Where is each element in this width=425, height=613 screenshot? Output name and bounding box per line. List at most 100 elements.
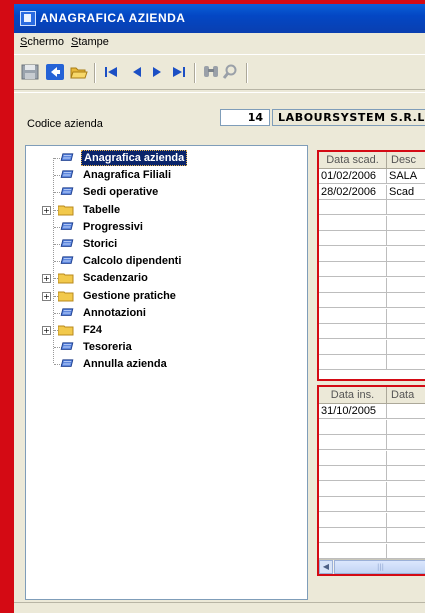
title-bar[interactable]: ANAGRAFICA AZIENDA xyxy=(14,4,425,33)
table-cell[interactable] xyxy=(319,293,387,307)
table-cell[interactable] xyxy=(319,497,387,511)
table-cell[interactable]: SALA xyxy=(387,169,425,183)
last-record-icon[interactable] xyxy=(170,64,188,80)
document-icon xyxy=(60,239,74,247)
table-cell[interactable] xyxy=(387,497,425,511)
table-cell[interactable] xyxy=(387,262,425,276)
table-cell[interactable] xyxy=(387,340,425,354)
table-cell[interactable] xyxy=(387,544,425,558)
table-row[interactable] xyxy=(319,215,425,231)
table-cell[interactable] xyxy=(319,450,387,465)
table-row[interactable] xyxy=(319,324,425,339)
table-row[interactable] xyxy=(319,355,425,370)
first-record-icon[interactable] xyxy=(102,64,120,80)
table-cell[interactable] xyxy=(387,200,425,214)
table-row[interactable] xyxy=(319,231,425,246)
table-cell[interactable] xyxy=(319,339,387,354)
table-row[interactable]: 28/02/2006 Scad xyxy=(319,184,425,200)
table-cell[interactable]: 31/10/2005 xyxy=(319,404,387,418)
status-bar xyxy=(14,602,425,613)
table-row[interactable] xyxy=(319,419,425,435)
expand-icon[interactable]: + xyxy=(42,205,51,215)
table-cell[interactable] xyxy=(319,355,387,369)
table-cell[interactable] xyxy=(387,216,425,230)
table-cell[interactable] xyxy=(319,512,387,527)
table-row[interactable] xyxy=(319,277,425,293)
save-icon[interactable] xyxy=(21,64,39,80)
table-cell[interactable] xyxy=(387,420,425,434)
scroll-left-icon[interactable]: ◀ xyxy=(319,560,333,574)
column-header-data[interactable]: Data xyxy=(387,387,425,403)
table-cell[interactable] xyxy=(319,324,387,338)
table-cell[interactable] xyxy=(319,262,387,276)
table-cell[interactable] xyxy=(387,278,425,292)
table-cell[interactable] xyxy=(319,481,387,496)
table-row[interactable]: 31/10/2005 xyxy=(319,404,425,419)
table-cell[interactable] xyxy=(319,435,387,449)
table-cell[interactable] xyxy=(387,324,425,338)
scroll-thumb[interactable]: ||| xyxy=(334,560,425,574)
notes-grid-header: Data ins. Data xyxy=(319,387,425,404)
back-icon[interactable] xyxy=(46,64,64,80)
table-cell[interactable] xyxy=(319,277,387,292)
table-cell[interactable] xyxy=(319,231,387,245)
menu-stampe[interactable]: Stampe xyxy=(71,36,109,48)
table-cell[interactable]: Scad xyxy=(387,185,425,199)
column-header-descrizione[interactable]: Desc xyxy=(387,152,425,168)
table-cell[interactable] xyxy=(387,309,425,323)
horizontal-scrollbar[interactable]: ◀ ||| xyxy=(319,559,425,574)
company-code-field[interactable]: 14 xyxy=(220,109,270,126)
expand-icon[interactable]: + xyxy=(42,291,51,301)
document-icon xyxy=(60,222,74,230)
next-record-icon[interactable] xyxy=(148,64,166,80)
table-cell[interactable] xyxy=(319,419,387,434)
column-header-data-ins[interactable]: Data ins. xyxy=(319,387,387,403)
table-cell[interactable] xyxy=(319,215,387,230)
table-cell[interactable] xyxy=(319,543,387,558)
table-row[interactable] xyxy=(319,466,425,481)
table-cell[interactable] xyxy=(319,246,387,261)
document-icon xyxy=(60,170,74,179)
table-row[interactable] xyxy=(319,497,425,512)
table-cell[interactable] xyxy=(387,451,425,465)
table-cell[interactable] xyxy=(387,435,425,449)
open-folder-icon[interactable] xyxy=(70,64,88,80)
table-row[interactable] xyxy=(319,293,425,308)
table-row[interactable] xyxy=(319,339,425,355)
table-cell[interactable] xyxy=(319,308,387,323)
table-cell[interactable]: 01/02/2006 xyxy=(319,169,387,183)
table-row[interactable] xyxy=(319,246,425,262)
table-cell[interactable] xyxy=(319,200,387,214)
table-cell[interactable] xyxy=(387,355,425,369)
table-row[interactable]: 01/02/2006 SALA xyxy=(319,169,425,184)
menu-schermo[interactable]: Schermo xyxy=(20,36,64,48)
table-cell[interactable]: 28/02/2006 xyxy=(319,184,387,199)
table-row[interactable] xyxy=(319,543,425,559)
table-row[interactable] xyxy=(319,450,425,466)
table-row[interactable] xyxy=(319,200,425,215)
table-cell[interactable] xyxy=(387,466,425,480)
table-cell[interactable] xyxy=(387,247,425,261)
search-icon[interactable] xyxy=(222,64,240,80)
table-row[interactable] xyxy=(319,435,425,450)
table-cell[interactable] xyxy=(387,293,425,307)
table-row[interactable] xyxy=(319,528,425,543)
table-cell[interactable] xyxy=(387,513,425,527)
table-row[interactable] xyxy=(319,512,425,528)
expand-icon[interactable]: + xyxy=(42,274,51,284)
table-cell[interactable] xyxy=(387,231,425,245)
table-cell[interactable] xyxy=(319,466,387,480)
table-row[interactable] xyxy=(319,308,425,324)
table-cell[interactable] xyxy=(387,404,425,418)
expand-icon[interactable]: + xyxy=(42,326,51,335)
notes-grid[interactable]: Data ins. Data ◀ ||| 31/10/2005 xyxy=(317,385,425,576)
table-cell[interactable] xyxy=(319,528,387,542)
table-row[interactable] xyxy=(319,262,425,277)
table-cell[interactable] xyxy=(387,482,425,496)
column-header-data-scad[interactable]: Data scad. xyxy=(319,152,387,168)
prev-record-icon[interactable] xyxy=(128,64,146,80)
deadlines-grid[interactable]: Data scad. Desc 01/02/2006 SALA 28/02/2006… xyxy=(317,150,425,381)
table-row[interactable] xyxy=(319,481,425,497)
table-cell[interactable] xyxy=(387,528,425,542)
binoculars-icon[interactable] xyxy=(202,64,220,80)
